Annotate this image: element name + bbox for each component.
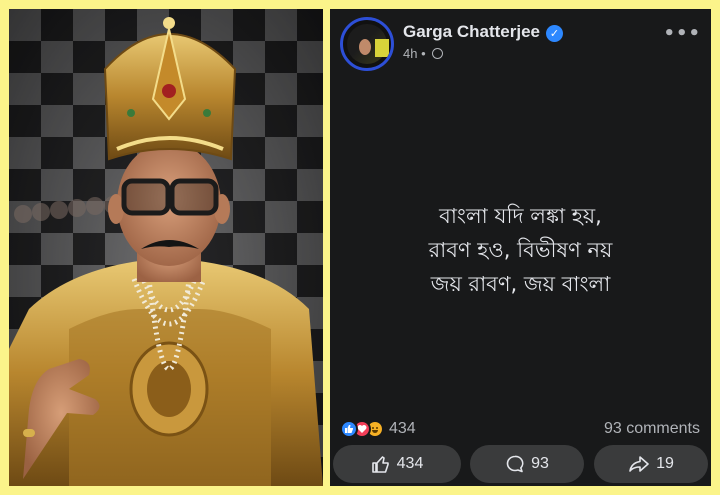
- share-button[interactable]: 19: [594, 445, 708, 483]
- action-bar: 434 93 19: [330, 445, 711, 483]
- avatar-highlight: [375, 39, 389, 57]
- meta-separator: •: [421, 46, 426, 61]
- post-time[interactable]: 4h: [403, 46, 417, 61]
- more-options-button[interactable]: •••: [663, 23, 701, 44]
- comment-count: 93: [531, 455, 549, 472]
- like-count: 434: [396, 455, 424, 472]
- reactions-summary[interactable]: 434: [340, 419, 416, 439]
- share-arrow-icon: [629, 456, 649, 472]
- speech-bubble-icon: [506, 455, 524, 473]
- share-count: 19: [656, 455, 674, 472]
- avatar-image: [347, 24, 389, 64]
- reaction-count: 434: [389, 420, 416, 437]
- avatar-face: [359, 39, 371, 55]
- verified-badge-icon: ✓: [546, 25, 563, 42]
- facebook-post: Garga Chatterjee ✓ 4h • ••• বাংলা যদি লঙ…: [330, 9, 711, 486]
- post-image[interactable]: [9, 9, 323, 486]
- post-body-line: বাংলা যদি লঙ্কা হয়,: [439, 204, 602, 228]
- post-body-line: জয় রাবণ, জয় বাংলা: [430, 272, 611, 296]
- author-avatar[interactable]: [340, 17, 394, 71]
- post-body-line: রাবণ হও, বিভীষণ নয়: [428, 238, 613, 262]
- post-meta: 4h •: [403, 46, 444, 61]
- crowned-man-illustration: [9, 9, 323, 486]
- like-button[interactable]: 434: [333, 445, 461, 483]
- like-reaction-icon: [340, 420, 358, 438]
- comments-count-link[interactable]: 93 comments: [604, 420, 700, 438]
- globe-icon: [432, 48, 444, 59]
- comment-button[interactable]: 93: [470, 445, 584, 483]
- thumbs-up-icon: [371, 456, 389, 473]
- post-body: বাংলা যদি লঙ্কা হয়, রাবণ হও, বিভীষণ নয়…: [330, 199, 711, 301]
- author-name[interactable]: Garga Chatterjee: [403, 22, 540, 42]
